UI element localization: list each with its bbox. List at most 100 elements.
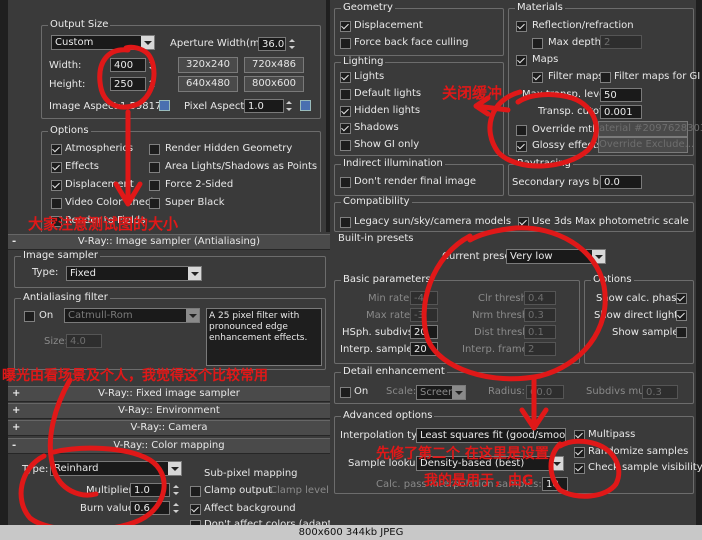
affect-background-checkbox[interactable] bbox=[190, 504, 201, 515]
image-sampler-rollout[interactable]: - V-Ray:: Image sampler (Antialiasing) bbox=[8, 234, 330, 250]
detail-subdivs-input[interactable]: 0.3 bbox=[642, 385, 678, 399]
preset-800x600-button[interactable]: 800x600 bbox=[244, 76, 304, 92]
rollout-toggle-icon: + bbox=[12, 388, 21, 399]
multiplier-input[interactable]: 1.0 bbox=[130, 483, 170, 497]
basic-params-title: Basic parameters bbox=[341, 274, 433, 285]
interp-type-dropdown[interactable]: Least squares fit (good/smoo bbox=[416, 428, 566, 443]
super-black-checkbox[interactable] bbox=[149, 198, 160, 209]
use-3ds-checkbox[interactable] bbox=[518, 217, 529, 228]
secondary-bias-input[interactable]: 0.0 bbox=[600, 175, 642, 189]
pixel-lock-icon[interactable] bbox=[300, 100, 311, 111]
width-input[interactable]: 400 bbox=[110, 58, 146, 72]
area-lights-checkbox[interactable] bbox=[149, 162, 160, 173]
pixel-aspect-spinner[interactable] bbox=[285, 99, 292, 113]
lights-checkbox[interactable] bbox=[340, 72, 351, 83]
hsph-input[interactable]: 20 bbox=[410, 325, 438, 339]
randomize-label: Randomize samples bbox=[588, 446, 689, 457]
filter-maps-gi-checkbox[interactable] bbox=[600, 72, 611, 83]
legacy-checkbox[interactable] bbox=[340, 217, 351, 228]
randomize-checkbox[interactable] bbox=[574, 447, 585, 458]
clr-thresh-input[interactable]: 0.4 bbox=[524, 291, 556, 305]
dont-render-label: Don't render final image bbox=[354, 176, 477, 187]
burn-value-input[interactable]: 0.6 bbox=[130, 501, 170, 515]
detail-radius-input[interactable]: 60.0 bbox=[526, 385, 564, 399]
displacement-checkbox[interactable] bbox=[51, 180, 62, 191]
max-depth-input[interactable]: 2 bbox=[600, 35, 642, 49]
shadows-checkbox[interactable] bbox=[340, 123, 351, 134]
render-hidden-checkbox[interactable] bbox=[149, 144, 160, 155]
geometry-group: Geometry bbox=[334, 2, 504, 56]
multipass-checkbox[interactable] bbox=[574, 430, 585, 441]
output-preset-dropdown[interactable]: Custom bbox=[51, 35, 155, 50]
interp-frames-input[interactable]: 2 bbox=[524, 342, 556, 356]
preset-320x240-button[interactable]: 320x240 bbox=[178, 57, 238, 73]
width-spinner[interactable] bbox=[148, 58, 155, 72]
check-visibility-checkbox[interactable] bbox=[574, 463, 585, 474]
filter-maps-checkbox[interactable] bbox=[532, 72, 543, 83]
aa-filter-on-checkbox[interactable] bbox=[24, 311, 35, 322]
aa-filter-dropdown[interactable]: Catmull-Rom bbox=[64, 308, 200, 323]
camera-rollout[interactable]: + V-Ray:: Camera bbox=[8, 420, 330, 436]
environment-rollout[interactable]: + V-Ray:: Environment bbox=[8, 403, 330, 419]
atmospherics-checkbox[interactable] bbox=[51, 144, 62, 155]
detail-scale-dropdown[interactable]: Screen bbox=[416, 385, 466, 400]
override-mtl-button[interactable]: aterial #2097628303 bbox=[598, 121, 702, 137]
show-gi-checkbox[interactable] bbox=[340, 140, 351, 151]
video-color-checkbox[interactable] bbox=[51, 198, 62, 209]
color-mapping-rollout[interactable]: - V-Ray:: Color mapping bbox=[8, 438, 330, 454]
aperture-spinner[interactable] bbox=[288, 37, 295, 51]
nrm-thresh-label: Nrm thresh: bbox=[472, 310, 532, 321]
interp-samples-input[interactable]: 20 bbox=[410, 342, 438, 356]
detail-on-checkbox[interactable] bbox=[340, 387, 351, 398]
glossy-checkbox[interactable] bbox=[516, 141, 527, 152]
preset-640x480-button[interactable]: 640x480 bbox=[178, 76, 238, 92]
color-map-type-label: Type: bbox=[22, 464, 49, 475]
current-preset-dropdown[interactable]: Very low bbox=[506, 249, 606, 264]
aa-filter-description: A 25 pixel filter with pronounced edge e… bbox=[206, 308, 322, 366]
pixel-aspect-input[interactable]: 1.0 bbox=[244, 99, 284, 113]
maps-checkbox[interactable] bbox=[516, 55, 527, 66]
override-mtl-checkbox[interactable] bbox=[516, 125, 527, 136]
show-samples-checkbox[interactable] bbox=[676, 327, 687, 338]
multiplier-spinner[interactable] bbox=[172, 483, 179, 497]
show-direct-checkbox[interactable] bbox=[676, 310, 687, 321]
dont-render-checkbox[interactable] bbox=[340, 177, 351, 188]
annotation-note-preset: 先修了第二个 在这里是设置 bbox=[376, 446, 549, 462]
effects-checkbox[interactable] bbox=[51, 162, 62, 173]
clamp-output-checkbox[interactable] bbox=[190, 486, 201, 497]
lock-icon[interactable] bbox=[159, 100, 170, 111]
filter-maps-gi-label: Filter maps for GI bbox=[614, 71, 701, 82]
rollout-toggle-icon: + bbox=[12, 405, 21, 416]
burn-value-spinner[interactable] bbox=[172, 501, 179, 515]
default-lights-checkbox[interactable] bbox=[340, 89, 351, 100]
max-depth-checkbox[interactable] bbox=[532, 38, 543, 49]
preset-720x486-button[interactable]: 720x486 bbox=[244, 57, 304, 73]
max-rate-input[interactable]: -3 bbox=[410, 308, 438, 322]
displacement-label: Displacement bbox=[65, 179, 134, 190]
nrm-thresh-input[interactable]: 0.3 bbox=[524, 308, 556, 322]
override-exclude-button[interactable]: Override Exclude... bbox=[598, 137, 694, 153]
color-map-type-dropdown[interactable]: Reinhard bbox=[50, 461, 182, 476]
height-input[interactable]: 250 bbox=[110, 77, 146, 91]
calc-pass-input[interactable]: 10 bbox=[542, 477, 568, 491]
force-2sided-checkbox[interactable] bbox=[149, 180, 160, 191]
image-sampler-title: Image sampler bbox=[21, 250, 100, 261]
aperture-input[interactable]: 36.0 bbox=[258, 37, 286, 51]
show-calc-checkbox[interactable] bbox=[676, 293, 687, 304]
max-transp-input[interactable]: 50 bbox=[600, 88, 642, 102]
min-rate-input[interactable]: -4 bbox=[410, 291, 438, 305]
fixed-sampler-rollout[interactable]: + V-Ray:: Fixed image sampler bbox=[8, 386, 330, 402]
rollout-toggle-icon: - bbox=[12, 440, 17, 451]
detail-radius-label: Radius: bbox=[488, 386, 525, 397]
sampler-type-dropdown[interactable]: Fixed bbox=[66, 266, 202, 281]
hidden-lights-checkbox[interactable] bbox=[340, 106, 351, 117]
force-back-checkbox[interactable] bbox=[340, 38, 351, 49]
aa-size-input[interactable]: 4.0 bbox=[66, 334, 102, 348]
reflection-checkbox[interactable] bbox=[516, 21, 527, 32]
sampler-type-label: Type: bbox=[32, 267, 59, 278]
geometry-title: Geometry bbox=[341, 2, 395, 13]
height-spinner[interactable] bbox=[148, 77, 155, 91]
displacement-gi-checkbox[interactable] bbox=[340, 21, 351, 32]
transp-cutoff-input[interactable]: 0.001 bbox=[600, 105, 642, 119]
dist-thresh-input[interactable]: 0.1 bbox=[524, 325, 556, 339]
